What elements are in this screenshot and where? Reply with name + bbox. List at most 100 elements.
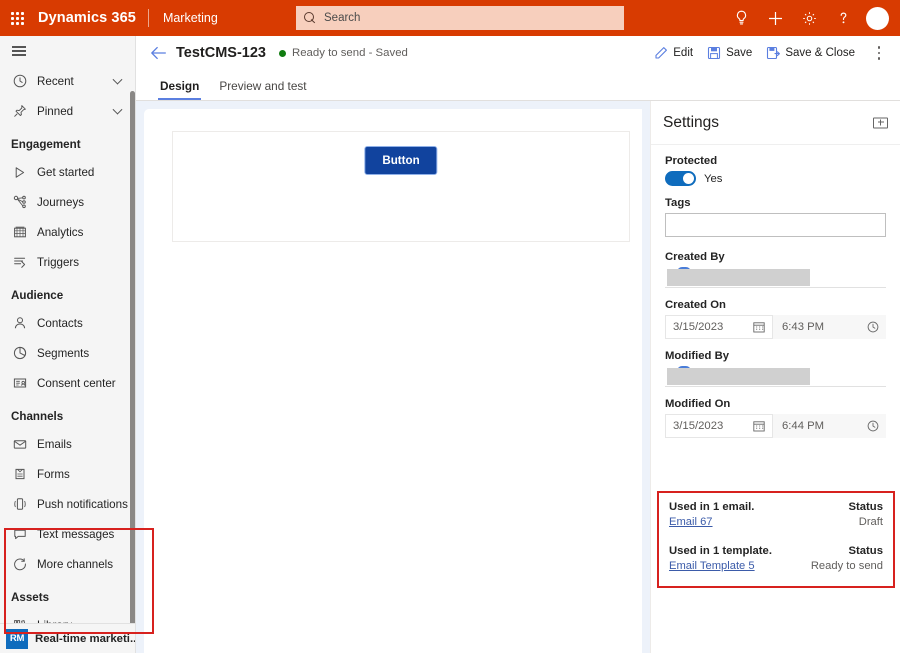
sidebar-item-label: Analytics: [37, 226, 83, 239]
journeys-icon: [11, 194, 28, 210]
sidebar-item-label: Contacts: [37, 317, 83, 330]
modified-on-date-input[interactable]: 3/15/2023: [665, 414, 773, 438]
tab-preview-and-test[interactable]: Preview and test: [209, 79, 316, 100]
chat-bubble-icon: [11, 526, 28, 542]
sidebar-item-label: Recent: [37, 75, 74, 88]
settings-title: Settings: [663, 114, 719, 132]
sidebar-item-triggers[interactable]: Triggers: [0, 247, 135, 277]
sidebar-item-text-messages[interactable]: Text messages: [0, 519, 135, 549]
save-disk-icon: [707, 46, 721, 60]
app-launcher-icon[interactable]: [0, 0, 34, 36]
usage-status-header: Status: [848, 501, 883, 513]
more-vertical-icon[interactable]: [868, 36, 890, 70]
pencil-icon: [654, 46, 668, 60]
sidebar-item-journeys[interactable]: Journeys: [0, 187, 135, 217]
sidebar-item-label: More channels: [37, 558, 113, 571]
gear-icon[interactable]: [792, 0, 826, 36]
save-button-label: Save: [726, 47, 752, 59]
sidebar-item-label: Push notifications: [37, 498, 128, 511]
created-on-date-input[interactable]: 3/15/2023: [665, 315, 773, 339]
sidebar-item-label: Journeys: [37, 196, 84, 209]
pin-icon: [11, 103, 28, 119]
sidebar-item-label: Emails: [37, 438, 72, 451]
brand-title: Dynamics 365: [34, 10, 146, 26]
sidebar-item-push-notifications[interactable]: Push notifications: [0, 489, 135, 519]
collapse-panel-icon[interactable]: [873, 117, 888, 128]
sidebar-item-more-channels[interactable]: More channels: [0, 549, 135, 579]
redacted-value: [667, 269, 810, 286]
app-switcher-label: Real-time marketi...: [35, 633, 136, 645]
left-sidebar: Recent Pinned Engagement Get started Jou…: [0, 36, 136, 653]
chevron-down-icon[interactable]: [113, 105, 123, 115]
modified-on-time-input[interactable]: 6:44 PM: [773, 414, 886, 438]
content-block-container[interactable]: Button: [172, 131, 630, 242]
usage-template-link[interactable]: Email Template 5: [669, 560, 755, 572]
sidebar-scrollbar[interactable]: [130, 91, 135, 653]
modified-on-field: Modified On 3/15/2023 6:44 PM: [665, 398, 886, 438]
sidebar-item-analytics[interactable]: Analytics: [0, 217, 135, 247]
tab-design[interactable]: Design: [150, 79, 209, 100]
protected-toggle[interactable]: [665, 171, 696, 186]
modified-by-value[interactable]: [665, 366, 886, 387]
global-search-box[interactable]: Search: [296, 6, 624, 30]
usage-email-header: Used in 1 email. Status: [669, 501, 883, 513]
protected-value: Yes: [704, 173, 722, 185]
save-and-close-button[interactable]: Save & Close: [759, 36, 862, 70]
sidebar-item-forms[interactable]: Forms: [0, 459, 135, 489]
chevron-down-icon[interactable]: [113, 75, 123, 85]
hamburger-menu-icon[interactable]: [0, 36, 136, 66]
created-on-time-value: 6:43 PM: [782, 321, 824, 333]
back-arrow-icon[interactable]: [144, 36, 172, 70]
created-on-time-input[interactable]: 6:43 PM: [773, 315, 886, 339]
created-on-label: Created On: [665, 299, 886, 311]
calendar-icon[interactable]: [753, 420, 765, 432]
question-icon[interactable]: [826, 0, 860, 36]
sidebar-item-segments[interactable]: Segments: [0, 338, 135, 368]
settings-body: Protected Yes Tags Created By: [651, 145, 900, 438]
search-placeholder: Search: [324, 12, 360, 24]
page-title: TestCMS-123: [176, 45, 266, 61]
usage-email-link[interactable]: Email 67: [669, 516, 713, 528]
brand-divider: [148, 9, 149, 27]
sidebar-item-label: Triggers: [37, 256, 79, 269]
cta-button[interactable]: Button: [364, 146, 437, 175]
user-avatar[interactable]: [860, 0, 894, 36]
sidebar-group-channels: Channels: [0, 398, 135, 429]
save-button[interactable]: Save: [700, 36, 759, 70]
command-bar: TestCMS-123 Ready to send - Saved Edit S…: [136, 36, 900, 70]
created-by-label: Created By: [665, 251, 886, 263]
edit-button[interactable]: Edit: [647, 36, 700, 70]
envelope-icon: [11, 436, 28, 452]
sidebar-item-recent[interactable]: Recent: [0, 66, 135, 96]
sidebar-item-contacts[interactable]: Contacts: [0, 308, 135, 338]
save-close-icon: [766, 46, 780, 60]
calendar-icon[interactable]: [753, 321, 765, 333]
settings-header: Settings: [651, 101, 900, 145]
tags-input[interactable]: [665, 213, 886, 237]
top-bar-icon-group: [724, 0, 894, 36]
sidebar-item-label: Text messages: [37, 528, 114, 541]
created-by-value[interactable]: [665, 267, 886, 288]
usage-email-title: Used in 1 email.: [669, 501, 754, 513]
plus-icon[interactable]: [758, 0, 792, 36]
modified-on-label: Modified On: [665, 398, 886, 410]
clock-icon: [11, 73, 28, 89]
application-window: Dynamics 365 Marketing Search: [0, 0, 900, 653]
sidebar-item-emails[interactable]: Emails: [0, 429, 135, 459]
consent-center-icon: [11, 375, 28, 391]
sidebar-item-get-started[interactable]: Get started: [0, 157, 135, 187]
sidebar-item-pinned[interactable]: Pinned: [0, 96, 135, 126]
app-name-label: Marketing: [151, 11, 218, 25]
lightbulb-icon[interactable]: [724, 0, 758, 36]
modified-by-field: Modified By: [665, 350, 886, 387]
status-text: Ready to send - Saved: [292, 47, 408, 59]
protected-field: Protected Yes: [665, 155, 886, 186]
usage-summary-box: Used in 1 email. Status Email 67 Draft U…: [657, 491, 895, 588]
sidebar-item-consent-center[interactable]: Consent center: [0, 368, 135, 398]
clock-icon[interactable]: [867, 321, 879, 333]
clock-icon[interactable]: [867, 420, 879, 432]
email-designer-canvas: Button: [136, 101, 650, 653]
app-badge: RM: [6, 629, 28, 649]
save-and-close-button-label: Save & Close: [785, 47, 855, 59]
app-switcher-button[interactable]: RM Real-time marketi...: [0, 623, 136, 653]
